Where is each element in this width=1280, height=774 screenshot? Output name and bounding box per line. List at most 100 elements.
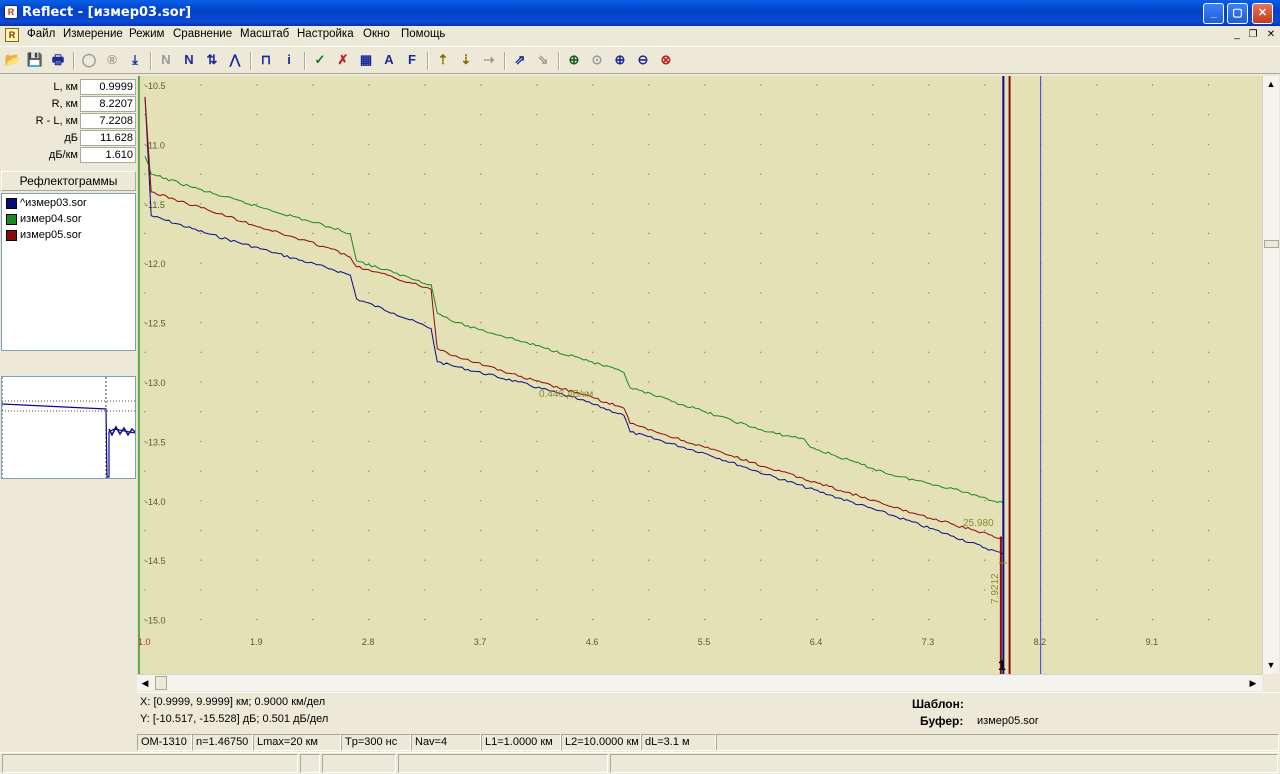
grid-dot — [872, 529, 874, 532]
info-icon[interactable]: i — [279, 50, 299, 70]
marker-n-disabled-icon[interactable]: N — [156, 50, 176, 70]
menu-settings[interactable]: Настройка — [297, 28, 354, 40]
horizontal-scroll-thumb[interactable] — [155, 676, 167, 690]
mdi-minimize-button[interactable]: _ — [1229, 28, 1245, 42]
close-button[interactable]: ✕ — [1252, 3, 1273, 24]
grid-dot — [648, 440, 650, 443]
check-icon[interactable]: ✓ — [310, 50, 330, 70]
info-bar: X: [0.9999, 9.9999] км; 0.9000 км/дел Y:… — [137, 692, 1280, 732]
zoom-reset-icon[interactable]: ⊗ — [656, 50, 676, 70]
grid-dot — [928, 470, 930, 472]
marker-n-arrows-icon[interactable]: ⇅ — [202, 50, 222, 70]
compare-disabled-icon[interactable]: ⇢ — [479, 50, 499, 70]
grid-dot — [872, 559, 874, 561]
grid-dot — [984, 262, 986, 264]
grid-dot — [144, 292, 146, 294]
measurement-row: R - L, км 7.2208 — [0, 113, 137, 130]
record-icon[interactable]: ® — [102, 50, 122, 70]
grid-dot — [704, 143, 706, 146]
reflectogram-item-izmer03[interactable]: ^измер03.sor — [4, 196, 134, 212]
menu-window[interactable]: Окно — [363, 28, 390, 40]
grid-dot — [480, 321, 482, 324]
title-bar[interactable]: R Reflect - [измер03.sor] _ ▢ ✕ — [0, 0, 1280, 26]
minimap-svg — [1, 377, 136, 478]
mdi-close-button[interactable]: ✕ — [1263, 28, 1279, 42]
document-icon[interactable]: R — [5, 28, 19, 42]
grid-dot — [816, 143, 818, 146]
font-a-icon[interactable]: A — [379, 50, 399, 70]
minimize-button[interactable]: _ — [1203, 3, 1224, 24]
grid-dot — [368, 411, 370, 413]
overview-minimap[interactable] — [1, 376, 136, 479]
compare-down-icon[interactable]: ⇣ — [456, 50, 476, 70]
reflectogram-item-izmer05[interactable]: измер05.sor — [4, 228, 134, 244]
grid-dot — [816, 411, 818, 413]
mdi-restore-button[interactable]: ❐ — [1245, 28, 1261, 42]
reflectogram-item-izmer04[interactable]: измер04.sor — [4, 212, 134, 228]
compare-up-icon[interactable]: ⇡ — [433, 50, 453, 70]
save-icon[interactable]: 💾 — [25, 50, 45, 70]
grid-dot — [536, 381, 538, 383]
grid-dot — [872, 114, 874, 116]
zoom-in-icon[interactable]: ⊕ — [564, 50, 584, 70]
grid-dot — [200, 411, 202, 413]
grid-dot — [144, 173, 146, 175]
measurement-row: L, км 0.9999 — [0, 79, 137, 96]
grid-dot — [872, 143, 874, 146]
grid-dot — [536, 84, 538, 86]
grid-dot — [984, 143, 986, 146]
export-disabled-icon[interactable]: ⇘ — [533, 50, 553, 70]
left-pane: L, км 0.9999 R, км 8.2207 R - L, км 7.22… — [0, 76, 137, 731]
grid-dot — [480, 351, 482, 353]
grid-dot — [816, 618, 818, 621]
grid-dot — [648, 381, 650, 383]
grid-dot — [928, 589, 930, 591]
open-icon[interactable]: 📂 — [3, 50, 23, 70]
grid-dot — [536, 618, 538, 621]
download-icon[interactable]: ⤓ — [125, 50, 145, 70]
menu-mode[interactable]: Режим — [129, 28, 164, 40]
vertical-scroll-thumb[interactable] — [1264, 240, 1279, 248]
grid-dot — [312, 173, 314, 175]
grid-dot — [984, 589, 986, 591]
print-icon[interactable]: 🖶 — [48, 50, 68, 70]
grid-dot — [760, 114, 762, 116]
menu-compare[interactable]: Сравнение — [173, 28, 232, 40]
menu-measurement[interactable]: Измерение — [63, 28, 123, 40]
grid-dot — [424, 84, 426, 86]
zoom-fit-out-icon[interactable]: ⊖ — [633, 50, 653, 70]
grid-dot — [648, 470, 650, 472]
grid-dot — [424, 173, 426, 175]
menu-scale[interactable]: Масштаб — [240, 28, 289, 40]
zoom-disabled-icon[interactable]: ⊙ — [587, 50, 607, 70]
measure-icon[interactable]: ◯ — [79, 50, 99, 70]
grid-dot — [760, 440, 762, 443]
scroll-right-button[interactable]: ▶ — [1245, 675, 1261, 691]
zoom-fit-in-icon[interactable]: ⊕ — [610, 50, 630, 70]
marker-n-peak-icon[interactable]: ⋀ — [225, 50, 245, 70]
reflectogram-chart[interactable]: -10.5 -11.0 -11.5 -12.0 -12.5 -13.0 -13.5 -14.0… — [137, 76, 1262, 674]
reflect-app-icon[interactable]: R — [4, 5, 18, 19]
event-table-icon[interactable]: ⊓ — [256, 50, 276, 70]
font-f-icon[interactable]: F — [402, 50, 422, 70]
vertical-scrollbar[interactable]: ▲ ▼ — [1262, 76, 1279, 674]
grid-dot — [312, 440, 314, 443]
menu-file[interactable]: Файл — [27, 28, 55, 40]
delete-marker-icon[interactable]: ✗ — [333, 50, 353, 70]
grid-dot — [984, 559, 986, 561]
scroll-up-button[interactable]: ▲ — [1263, 76, 1279, 92]
horizontal-scrollbar[interactable]: ◀ ▶ — [137, 674, 1262, 691]
scroll-down-button[interactable]: ▼ — [1263, 657, 1279, 673]
table-icon[interactable]: ▦ — [356, 50, 376, 70]
maximize-button[interactable]: ▢ — [1227, 3, 1248, 24]
export-icon[interactable]: ⇗ — [510, 50, 530, 70]
x-tick-label: 4.6 — [586, 637, 599, 647]
reflectogram-name: ^измер03.sor — [20, 197, 87, 209]
scroll-left-button[interactable]: ◀ — [137, 675, 153, 691]
grid-dot — [480, 500, 482, 502]
menu-help[interactable]: Помощь — [401, 28, 445, 40]
bottom-section — [300, 754, 320, 773]
reflectograms-header[interactable]: Рефлектограммы — [1, 171, 136, 191]
grid-dot — [1207, 84, 1210, 86]
marker-n-icon[interactable]: N — [179, 50, 199, 70]
